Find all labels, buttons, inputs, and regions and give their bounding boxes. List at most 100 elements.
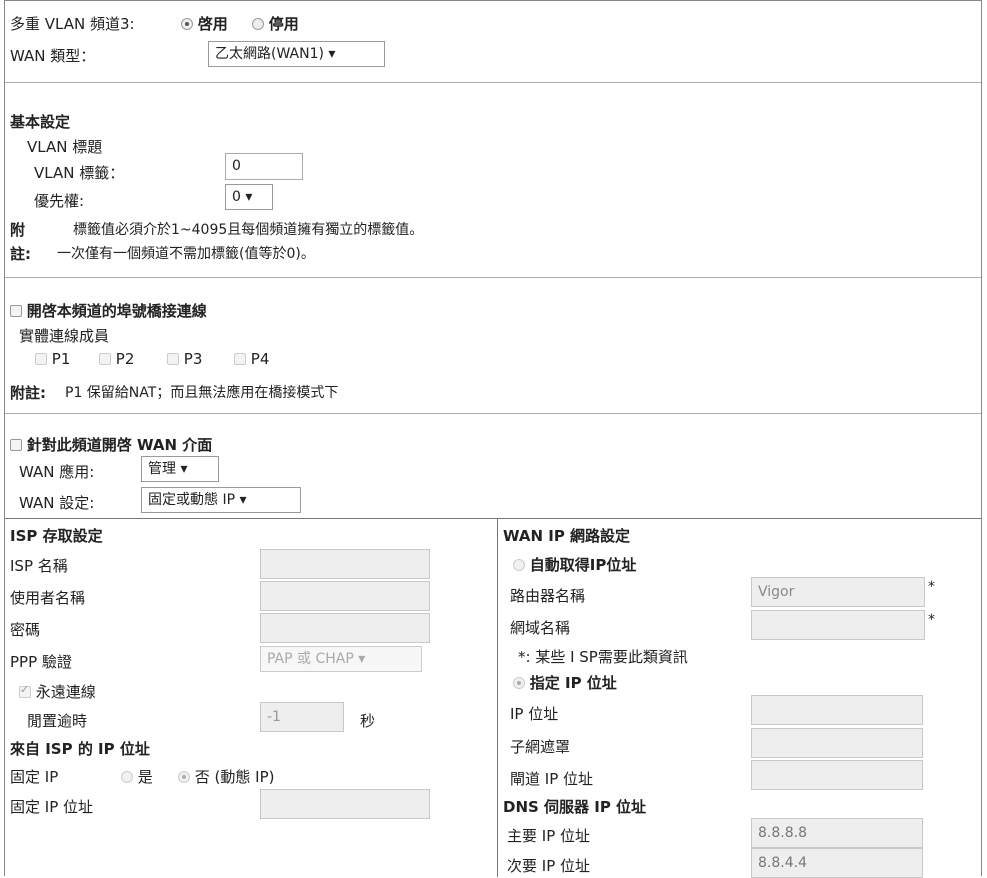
specify-ip-label: 指定 IP 位址 xyxy=(529,674,617,692)
fixed-ip-yes-option: 是 xyxy=(121,766,153,787)
vlan-config-panel: 多重 VLAN 頻道3: 啓用 停用 WAN 類型： 乙太網路(WAN1) ▾ … xyxy=(4,0,982,878)
fixed-ip-yes-label: 是 xyxy=(137,768,153,786)
port-p2: P2 xyxy=(99,350,134,368)
fixed-ip-no-radio xyxy=(178,771,190,783)
bridge-members-label: 實體連線成員 xyxy=(19,327,110,345)
fixed-ip-no-option: 否 (動態 IP) xyxy=(178,766,275,787)
port-p1: P1 xyxy=(35,350,70,368)
vlan-disable-option[interactable]: 停用 xyxy=(252,13,299,34)
always-on-option: 永遠連線 xyxy=(19,681,96,702)
primary-dns-label: 主要 IP 位址 xyxy=(507,827,591,845)
fixed-ip-no-label: 否 (動態 IP) xyxy=(194,768,275,786)
bridge-section: 開啓本頻道的埠號橋接連線 實體連線成員 P1 P2 P3 P4 附註: P1 保… xyxy=(5,278,981,414)
column-divider xyxy=(497,519,498,877)
specify-ip-radio xyxy=(513,677,525,689)
wan-ip-title: WAN IP 網路設定 xyxy=(503,527,631,545)
wan-if-enable-option[interactable]: 針對此頻道開啓 WAN 介面 xyxy=(10,434,212,455)
dns-title: DNS 伺服器 IP 位址 xyxy=(503,798,647,816)
port-p2-checkbox xyxy=(99,353,111,365)
router-name-input: Vigor xyxy=(751,577,925,607)
note-text-1: 標籤值必須介於1~4095且每個頻道擁有獨立的標籤值。 xyxy=(73,222,424,238)
password-label: 密碼 xyxy=(10,621,41,639)
wan-type-select[interactable]: 乙太網路(WAN1) ▾ xyxy=(208,41,385,67)
subnet-mask-label: 子網遮罩 xyxy=(510,738,571,756)
basic-settings-title: 基本設定 xyxy=(10,113,71,131)
username-label: 使用者名稱 xyxy=(10,589,86,607)
idle-timeout-unit: 秒 xyxy=(360,712,376,730)
ppp-auth-select: PAP 或 CHAP ▾ xyxy=(260,646,422,672)
ip-from-isp-title: 來自 ISP 的 IP 位址 xyxy=(10,740,150,758)
port-p2-label: P2 xyxy=(115,350,135,368)
ppp-auth-label: PPP 驗證 xyxy=(10,653,72,671)
note-prefix-2: 註: xyxy=(10,245,31,263)
port-p4-label: P4 xyxy=(250,350,270,368)
wan-if-enable-checkbox[interactable] xyxy=(10,439,22,451)
gateway-input xyxy=(751,760,923,790)
vlan-disable-label: 停用 xyxy=(268,15,299,33)
vlan-enable-option[interactable]: 啓用 xyxy=(181,13,228,34)
always-on-label: 永遠連線 xyxy=(35,683,96,701)
wan-setting-label: WAN 設定: xyxy=(19,494,95,512)
priority-select[interactable]: 0 ▾ xyxy=(225,184,273,210)
wan-if-title: 針對此頻道開啓 WAN 介面 xyxy=(26,436,213,454)
wan-setting-select[interactable]: 固定或動態 IP ▾ xyxy=(141,487,301,513)
domain-name-required: * xyxy=(928,612,935,628)
note-text-2: 一次僅有一個頻道不需加標籤(值等於0)。 xyxy=(57,246,315,262)
domain-name-input xyxy=(751,610,925,640)
port-p4: P4 xyxy=(234,350,269,368)
isp-info-note: *: 某些 I SP需要此類資訊 xyxy=(518,648,688,666)
always-on-checkbox xyxy=(19,683,31,698)
port-p3: P3 xyxy=(167,350,202,368)
fixed-ip-yes-radio xyxy=(121,771,133,783)
bridge-enable-option[interactable]: 開啓本頻道的埠號橋接連線 xyxy=(10,300,207,321)
subnet-mask-input xyxy=(751,728,923,758)
isp-name-input xyxy=(260,549,430,579)
note-prefix-1: 附 xyxy=(10,221,26,239)
idle-timeout-label: 閒置逾時 xyxy=(27,712,88,730)
gateway-label: 閘道 IP 位址 xyxy=(510,770,594,788)
fixed-ip-address-input xyxy=(260,789,430,819)
vlan-disable-radio[interactable] xyxy=(252,18,264,30)
idle-timeout-input: -1 xyxy=(260,702,344,732)
vlan-enable-radio[interactable] xyxy=(181,18,193,30)
router-name-required: * xyxy=(928,579,935,595)
secondary-dns-input: 8.8.4.4 xyxy=(751,848,923,878)
secondary-dns-label: 次要 IP 位址 xyxy=(507,857,591,875)
bridge-title: 開啓本頻道的埠號橋接連線 xyxy=(26,302,207,320)
vlan-channel-label: 多重 VLAN 頻道3: xyxy=(10,15,135,33)
bridge-note-prefix: 附註: xyxy=(10,384,46,402)
wan-app-label: WAN 應用: xyxy=(19,463,95,481)
wan-app-select[interactable]: 管理 ▾ xyxy=(141,456,219,482)
auto-ip-label: 自動取得IP位址 xyxy=(529,556,637,574)
vlan-enable-label: 啓用 xyxy=(197,15,228,33)
basic-settings-section: 基本設定 VLAN 標題 VLAN 標籤： 0 優先權: 0 ▾ 附 標籤值必須… xyxy=(5,83,981,278)
priority-label: 優先權: xyxy=(34,192,85,210)
domain-name-label: 網域名稱 xyxy=(510,619,571,637)
primary-dns-input: 8.8.8.8 xyxy=(751,818,923,848)
port-p4-checkbox xyxy=(234,353,246,365)
isp-name-label: ISP 名稱 xyxy=(10,557,68,575)
router-name-label: 路由器名稱 xyxy=(510,587,586,605)
auto-ip-radio xyxy=(513,559,525,571)
auto-ip-option: 自動取得IP位址 xyxy=(513,554,636,575)
vlan-channel-section: 多重 VLAN 頻道3: 啓用 停用 WAN 類型： 乙太網路(WAN1) ▾ xyxy=(5,1,981,83)
bridge-note-text: P1 保留給NAT；而且無法應用在橋接模式下 xyxy=(65,385,339,401)
port-p3-label: P3 xyxy=(183,350,203,368)
fixed-ip-address-label: 固定 IP 位址 xyxy=(10,798,94,816)
ip-address-label: IP 位址 xyxy=(510,705,559,723)
port-p1-checkbox xyxy=(35,353,47,365)
vlan-header-label: VLAN 標題 xyxy=(27,138,103,156)
port-p3-checkbox xyxy=(167,353,179,365)
wan-type-label: WAN 類型： xyxy=(10,47,96,65)
ip-address-input xyxy=(751,695,923,725)
wan-interface-section: 針對此頻道開啓 WAN 介面 WAN 應用: 管理 ▾ WAN 設定: 固定或動… xyxy=(5,414,981,519)
username-input xyxy=(260,581,430,611)
vlan-tag-input[interactable]: 0 xyxy=(225,153,303,180)
bridge-enable-checkbox[interactable] xyxy=(10,305,22,317)
isp-settings-title: ISP 存取設定 xyxy=(10,527,103,545)
fixed-ip-label: 固定 IP xyxy=(10,768,59,786)
password-input xyxy=(260,613,430,643)
specify-ip-option: 指定 IP 位址 xyxy=(513,672,617,693)
vlan-tag-label: VLAN 標籤： xyxy=(34,164,125,182)
port-p1-label: P1 xyxy=(51,350,71,368)
